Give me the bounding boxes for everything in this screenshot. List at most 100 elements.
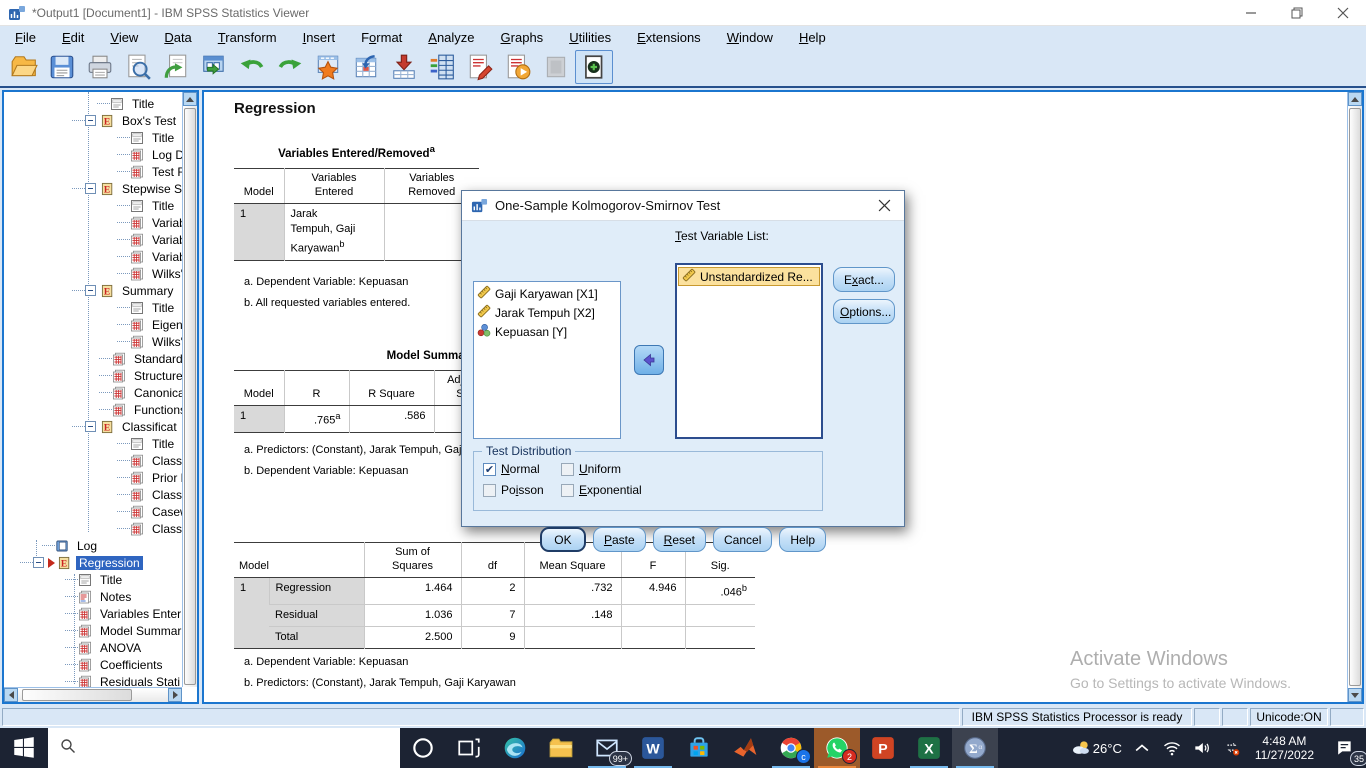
go-to-favorites-icon[interactable] (309, 50, 347, 84)
scrollbar-thumb[interactable] (184, 108, 196, 685)
tree-item-standardiz-15[interactable]: Standardiz (4, 350, 182, 367)
cancel-button[interactable]: Cancel (713, 527, 772, 552)
tree-item-class-23[interactable]: Class (4, 486, 182, 503)
scroll-down-icon[interactable] (1348, 688, 1362, 702)
matlab-icon[interactable] (722, 728, 768, 768)
ok-button[interactable]: OK (540, 527, 586, 552)
tree-item-structure-m-16[interactable]: Structure M (4, 367, 182, 384)
tree-item-wilks-14[interactable]: Wilks' (4, 333, 182, 350)
edit-output-icon[interactable] (461, 50, 499, 84)
collapse-icon[interactable] (85, 421, 96, 432)
tree-item-model-summar-31[interactable]: Model Summar (4, 622, 182, 639)
export-output-icon[interactable] (195, 50, 233, 84)
minimize-icon[interactable] (1228, 0, 1274, 25)
menu-analyze[interactable]: Analyze (415, 28, 487, 47)
variables-list-icon[interactable] (423, 50, 461, 84)
show-all-icon[interactable] (575, 50, 613, 84)
tree-item-summary-11[interactable]: ESummary (4, 282, 182, 299)
checkbox-exponential[interactable]: Exponential (561, 483, 642, 497)
tree-item-class-21[interactable]: Class (4, 452, 182, 469)
tree-item-title-2[interactable]: Title (4, 129, 182, 146)
volume-icon[interactable] (1187, 728, 1217, 768)
tree-item-log-d-3[interactable]: Log D (4, 146, 182, 163)
dialog-title-bar[interactable]: One-Sample Kolmogorov-Smirnov Test (462, 191, 904, 221)
menu-file[interactable]: File (2, 28, 49, 47)
redo-icon[interactable] (271, 50, 309, 84)
cortana-icon[interactable] (400, 728, 446, 768)
recall-dialogs-icon[interactable] (157, 50, 195, 84)
output-vertical-scrollbar[interactable] (1347, 92, 1362, 702)
undo-icon[interactable] (233, 50, 271, 84)
tree-item-box-s-test-1[interactable]: EBox's Test (4, 112, 182, 129)
exact-button[interactable]: Exact... (833, 267, 895, 292)
tree-item-casew-24[interactable]: Casew (4, 503, 182, 520)
menu-window[interactable]: Window (714, 28, 786, 47)
menu-format[interactable]: Format (348, 28, 415, 47)
collapse-icon[interactable] (33, 557, 44, 568)
variable-kepuasan-y[interactable]: Kepuasan [Y] (474, 322, 620, 341)
outline-vertical-scrollbar[interactable] (182, 92, 197, 687)
sync-error-icon[interactable] (1217, 728, 1247, 768)
scroll-up-icon[interactable] (1348, 92, 1362, 106)
tree-item-wilks-10[interactable]: Wilks' (4, 265, 182, 282)
menu-edit[interactable]: Edit (49, 28, 97, 47)
test-variable-list[interactable]: Unstandardized Re... (675, 263, 823, 439)
tree-item-canonical-17[interactable]: Canonical (4, 384, 182, 401)
source-variable-list[interactable]: Gaji Karyawan [X1]Jarak Tempuh [X2]Kepua… (473, 281, 621, 439)
edge-icon[interactable] (492, 728, 538, 768)
menu-view[interactable]: View (97, 28, 151, 47)
scrollbar-thumb[interactable] (22, 689, 132, 701)
tree-item-variab-9[interactable]: Variab (4, 248, 182, 265)
tree-item-variab-7[interactable]: Variab (4, 214, 182, 231)
tree-item-title-0[interactable]: Title (4, 95, 182, 112)
close-icon[interactable] (864, 191, 904, 220)
tree-item-coefficients-33[interactable]: Coefficients (4, 656, 182, 673)
weather-icon[interactable]: 26°C (1066, 728, 1127, 768)
tree-item-variab-8[interactable]: Variab (4, 231, 182, 248)
collapse-icon[interactable] (85, 183, 96, 194)
menu-graphs[interactable]: Graphs (488, 28, 557, 47)
mail-icon[interactable]: 99+ (584, 728, 630, 768)
tree-item-anova-32[interactable]: ANOVA (4, 639, 182, 656)
file-explorer-icon[interactable] (538, 728, 584, 768)
whatsapp-icon[interactable]: 2 (814, 728, 860, 768)
save-file-icon[interactable] (43, 50, 81, 84)
powerpoint-icon[interactable]: P (860, 728, 906, 768)
options-button[interactable]: Options... (833, 299, 895, 324)
reset-button[interactable]: Reset (653, 527, 706, 552)
taskbar-clock[interactable]: 4:48 AM11/27/2022 (1247, 734, 1322, 762)
scroll-up-icon[interactable] (183, 92, 197, 106)
scrollbar-thumb[interactable] (1349, 108, 1361, 686)
collapse-icon[interactable] (85, 115, 96, 126)
open-file-icon[interactable] (5, 50, 43, 84)
print-icon[interactable] (81, 50, 119, 84)
taskbar-search[interactable]: Type here to search (48, 728, 400, 768)
tree-item-title-20[interactable]: Title (4, 435, 182, 452)
scroll-right-icon[interactable] (168, 688, 182, 702)
checkbox-poisson[interactable]: Poisson (483, 483, 551, 497)
scroll-left-icon[interactable] (4, 688, 18, 702)
task-view-icon[interactable] (446, 728, 492, 768)
tree-item-prior-p-22[interactable]: Prior P (4, 469, 182, 486)
chrome-icon[interactable]: c (768, 728, 814, 768)
paste-button[interactable]: Paste (593, 527, 646, 552)
run-script-icon[interactable] (499, 50, 537, 84)
tree-item-class-25[interactable]: Class (4, 520, 182, 537)
insert-variables-icon[interactable] (385, 50, 423, 84)
notifications-icon[interactable]: 35 (1322, 728, 1366, 768)
tree-item-notes-29[interactable]: Notes (4, 588, 182, 605)
restore-icon[interactable] (1274, 0, 1320, 25)
menu-data[interactable]: Data (151, 28, 204, 47)
variable-jarak-tempuh-x2[interactable]: Jarak Tempuh [X2] (474, 303, 620, 322)
go-to-case-icon[interactable] (347, 50, 385, 84)
start-button[interactable] (0, 728, 48, 768)
word-icon[interactable]: W (630, 728, 676, 768)
tree-item-title-12[interactable]: Title (4, 299, 182, 316)
tree-item-stepwise-s-5[interactable]: EStepwise S (4, 180, 182, 197)
anova-table[interactable]: ModelSum ofSquaresdfMean SquareFSig.1Reg… (234, 542, 755, 649)
menu-insert[interactable]: Insert (290, 28, 349, 47)
tree-item-residuals-stati-34[interactable]: Residuals Stati (4, 673, 182, 687)
store-icon[interactable] (676, 728, 722, 768)
tree-item-regression-27[interactable]: ERegression (4, 554, 182, 571)
tree-item-log-26[interactable]: Log (4, 537, 182, 554)
